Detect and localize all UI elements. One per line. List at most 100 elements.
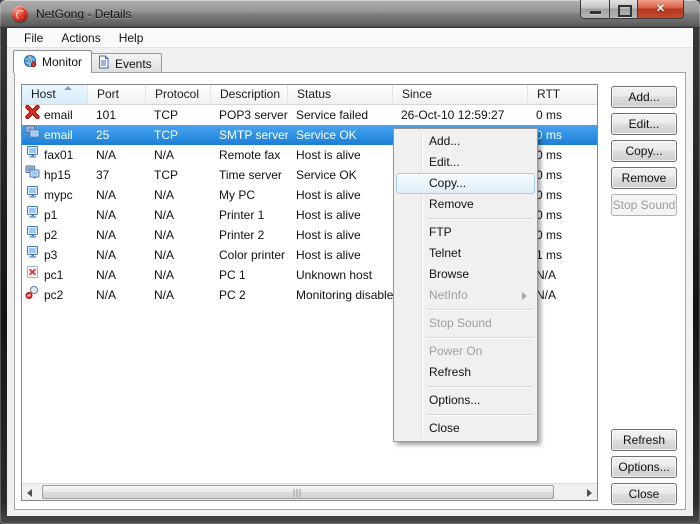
host-name: fax01	[44, 145, 73, 165]
scroll-left-icon[interactable]	[22, 484, 39, 500]
menu-item-telnet[interactable]: Telnet	[396, 243, 535, 264]
menu-separator	[427, 337, 533, 338]
menu-item-edit[interactable]: Edit...	[396, 152, 535, 173]
host-unknown-icon	[25, 265, 40, 285]
cell-host: fax01	[22, 145, 88, 165]
column-label: Port	[97, 87, 119, 101]
refresh-button[interactable]: Refresh	[611, 429, 677, 451]
menu-item-ftp[interactable]: FTP	[396, 222, 535, 243]
tab-strip: Monitor Events	[7, 49, 693, 72]
cell-description: Color printer	[211, 245, 288, 265]
host-alive-icon	[25, 205, 40, 225]
column-label: Protocol	[155, 87, 199, 101]
scrollbar-grip-icon	[294, 489, 303, 497]
cell-rtt: 0 ms	[528, 165, 597, 185]
menubar-item-actions[interactable]: Actions	[52, 29, 109, 47]
stop-sound-button: Stop Sound	[611, 194, 677, 216]
host-name: email	[44, 105, 73, 125]
globe-icon	[23, 54, 37, 71]
menu-item-close[interactable]: Close	[396, 418, 535, 439]
column-header-port[interactable]: Port	[88, 85, 146, 104]
copy-button[interactable]: Copy...	[611, 140, 677, 162]
monitor-tab-page: Host Port Protocol Description Status Since RT…	[14, 72, 686, 510]
host-name: pc1	[44, 265, 63, 285]
horizontal-scrollbar[interactable]	[22, 483, 597, 500]
menu-item-browse[interactable]: Browse	[396, 264, 535, 285]
column-header-rtt[interactable]: RTT	[528, 85, 597, 104]
column-header-protocol[interactable]: Protocol	[146, 85, 211, 104]
column-label: RTT	[537, 87, 560, 101]
tab-label: Monitor	[42, 55, 82, 69]
cell-rtt: 0 ms	[528, 145, 597, 165]
host-name: mypc	[44, 185, 73, 205]
menu-item-add[interactable]: Add...	[396, 131, 535, 152]
column-header-description[interactable]: Description	[211, 85, 288, 104]
options-button[interactable]: Options...	[611, 456, 677, 478]
cell-description: POP3 server	[211, 105, 288, 125]
title-bar[interactable]: NetGong - Details	[0, 0, 700, 28]
cell-port: N/A	[88, 225, 146, 245]
host-name: p3	[44, 245, 57, 265]
menu-separator	[427, 218, 533, 219]
host-name: email	[44, 125, 73, 145]
tab-label: Events	[115, 57, 152, 71]
cell-protocol: N/A	[146, 185, 211, 205]
cell-port: N/A	[88, 285, 146, 305]
scrollbar-thumb[interactable]	[42, 485, 554, 499]
cell-host: mypc	[22, 185, 88, 205]
remove-button[interactable]: Remove	[611, 167, 677, 189]
column-header-host[interactable]: Host	[22, 85, 88, 104]
edit-button[interactable]: Edit...	[611, 113, 677, 135]
cell-host: email	[22, 105, 88, 125]
host-alive-icon	[25, 185, 40, 205]
host-alive-icon	[25, 225, 40, 245]
menu-bar: FileActionsHelp	[7, 28, 693, 48]
cell-port: N/A	[88, 185, 146, 205]
cell-status: Host is alive	[288, 145, 393, 165]
tab-monitor[interactable]: Monitor	[13, 50, 92, 73]
column-header-status[interactable]: Status	[288, 85, 393, 104]
cell-description: Printer 1	[211, 205, 288, 225]
column-label: Status	[297, 87, 331, 101]
minimize-button[interactable]	[580, 0, 610, 19]
menu-separator	[427, 309, 533, 310]
cell-status: Host is alive	[288, 205, 393, 225]
cell-rtt: N/A	[528, 285, 597, 305]
host-name: p2	[44, 225, 57, 245]
menu-item-remove[interactable]: Remove	[396, 194, 535, 215]
cell-status: Monitoring disabled	[288, 285, 393, 305]
tab-events[interactable]: Events	[87, 53, 162, 73]
scroll-right-icon[interactable]	[580, 484, 597, 500]
cell-rtt: 1 ms	[528, 245, 597, 265]
app-window: NetGong - Details FileActionsHelp Monito…	[0, 0, 700, 524]
menu-item-copy[interactable]: Copy...	[396, 173, 535, 194]
column-header-since[interactable]: Since	[393, 85, 528, 104]
menu-item-refresh[interactable]: Refresh	[396, 362, 535, 383]
maximize-button[interactable]	[610, 0, 638, 19]
host-alive-icon	[25, 145, 40, 165]
close-button[interactable]: Close	[611, 483, 677, 505]
cell-protocol: N/A	[146, 285, 211, 305]
cell-port: 101	[88, 105, 146, 125]
cell-host: p3	[22, 245, 88, 265]
host-failed-icon	[25, 105, 40, 125]
window-controls	[580, 0, 684, 19]
table-row[interactable]: email101TCPPOP3 serverService failed26-O…	[22, 105, 597, 125]
host-name: pc2	[44, 285, 63, 305]
menubar-item-help[interactable]: Help	[110, 29, 153, 47]
menu-item-stop-sound: Stop Sound	[396, 313, 535, 334]
cell-host: p1	[22, 205, 88, 225]
close-button[interactable]	[638, 0, 684, 19]
cell-status: Service failed	[288, 105, 393, 125]
menu-separator	[427, 414, 533, 415]
add-button[interactable]: Add...	[611, 86, 677, 108]
app-icon	[12, 6, 28, 22]
menu-item-options[interactable]: Options...	[396, 390, 535, 411]
cell-description: SMTP server	[211, 125, 288, 145]
listview-header: Host Port Protocol Description Status Since RT…	[22, 85, 597, 105]
menubar-item-file[interactable]: File	[15, 29, 52, 47]
cell-protocol: N/A	[146, 145, 211, 165]
cell-status: Service OK	[288, 165, 393, 185]
submenu-arrow-icon	[522, 292, 527, 300]
cell-status: Host is alive	[288, 185, 393, 205]
